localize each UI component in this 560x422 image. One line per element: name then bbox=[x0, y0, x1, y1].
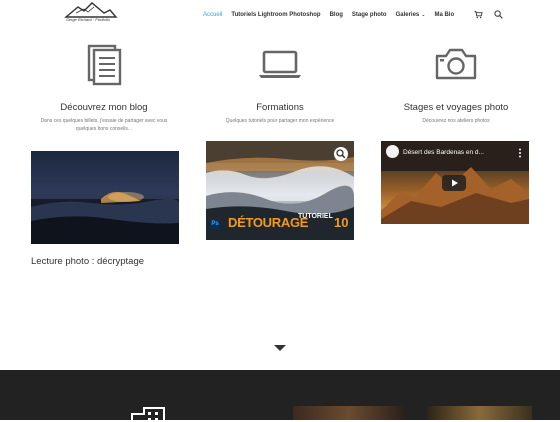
tutorial-number: 10 bbox=[334, 215, 349, 230]
photoshop-badge: Ps bbox=[210, 219, 220, 229]
feature-stages: Stages et voyages photo Découvrez nos at… bbox=[376, 40, 536, 125]
site-footer bbox=[0, 370, 560, 422]
nav-item-stage-photo[interactable]: Stage photo bbox=[352, 12, 387, 18]
footer-image-1[interactable] bbox=[293, 406, 405, 420]
video-title[interactable]: Désert des Bardenas en d... bbox=[403, 149, 484, 156]
feature-blog-title: Découvrez mon blog bbox=[60, 102, 148, 113]
feature-formations: Formations Quelques tutoriels pour parta… bbox=[200, 40, 360, 125]
tutorial-card-image[interactable]: Ps DÉTOURAGE TUTORIEL 10 bbox=[206, 141, 354, 240]
search-icon[interactable] bbox=[494, 10, 503, 19]
document-icon bbox=[87, 44, 122, 86]
blog-post-caption[interactable]: Lecture photo : décryptage bbox=[31, 256, 144, 267]
scroll-down-arrow-icon[interactable] bbox=[274, 345, 286, 351]
feature-stages-title: Stages et voyages photo bbox=[403, 102, 509, 113]
nav-item-blog[interactable]: Blog bbox=[330, 12, 343, 18]
tutorial-title-detourage: DÉTOURAGE bbox=[228, 215, 309, 230]
play-icon bbox=[452, 179, 458, 187]
nav-item-accueil[interactable]: Accueil bbox=[203, 12, 222, 18]
main-nav: Accueil Tutoriels Lightroom Photoshop Bl… bbox=[203, 10, 463, 20]
feature-formations-text: Quelques tutoriels pour partager mon exp… bbox=[225, 118, 335, 124]
play-button[interactable] bbox=[442, 175, 466, 191]
feature-blog: Découvrez mon blog Dans ces quelques bil… bbox=[24, 40, 184, 133]
footer-image-2[interactable] bbox=[427, 406, 532, 420]
channel-avatar[interactable] bbox=[386, 145, 399, 158]
logo-signature: Serge Richard · Portfolio bbox=[66, 17, 110, 22]
nav-item-galeries-label: Galeries bbox=[395, 12, 420, 18]
site-header: Serge Richard · Portfolio Accueil Tutori… bbox=[0, 0, 560, 28]
zoom-icon bbox=[336, 149, 346, 159]
nav-item-tutoriels[interactable]: Tutoriels Lightroom Photoshop bbox=[231, 12, 320, 18]
camera-icon bbox=[435, 48, 477, 80]
nav-item-galeries[interactable]: Galeries ⌄ bbox=[396, 12, 426, 18]
cart-icon[interactable] bbox=[474, 10, 483, 19]
feature-stages-text: Découvrez nos ateliers photos bbox=[422, 118, 490, 124]
zoom-button[interactable] bbox=[334, 147, 348, 161]
blog-post-image[interactable] bbox=[31, 151, 179, 244]
feature-blog-text: Dans ces quelques billets, j'essaie de p… bbox=[40, 118, 168, 132]
feature-formations-title: Formations bbox=[256, 102, 304, 113]
laptop-icon bbox=[259, 50, 301, 78]
chevron-down-icon: ⌄ bbox=[421, 12, 426, 18]
night-landscape-image bbox=[31, 191, 179, 244]
nav-item-ma-bio[interactable]: Ma Bio bbox=[434, 12, 454, 18]
tutorial-title-label: TUTORIEL bbox=[298, 213, 333, 220]
site-logo[interactable]: Serge Richard · Portfolio bbox=[58, 1, 118, 26]
video-player[interactable]: Désert des Bardenas en d... bbox=[381, 141, 529, 224]
more-vert-icon[interactable] bbox=[518, 148, 522, 158]
